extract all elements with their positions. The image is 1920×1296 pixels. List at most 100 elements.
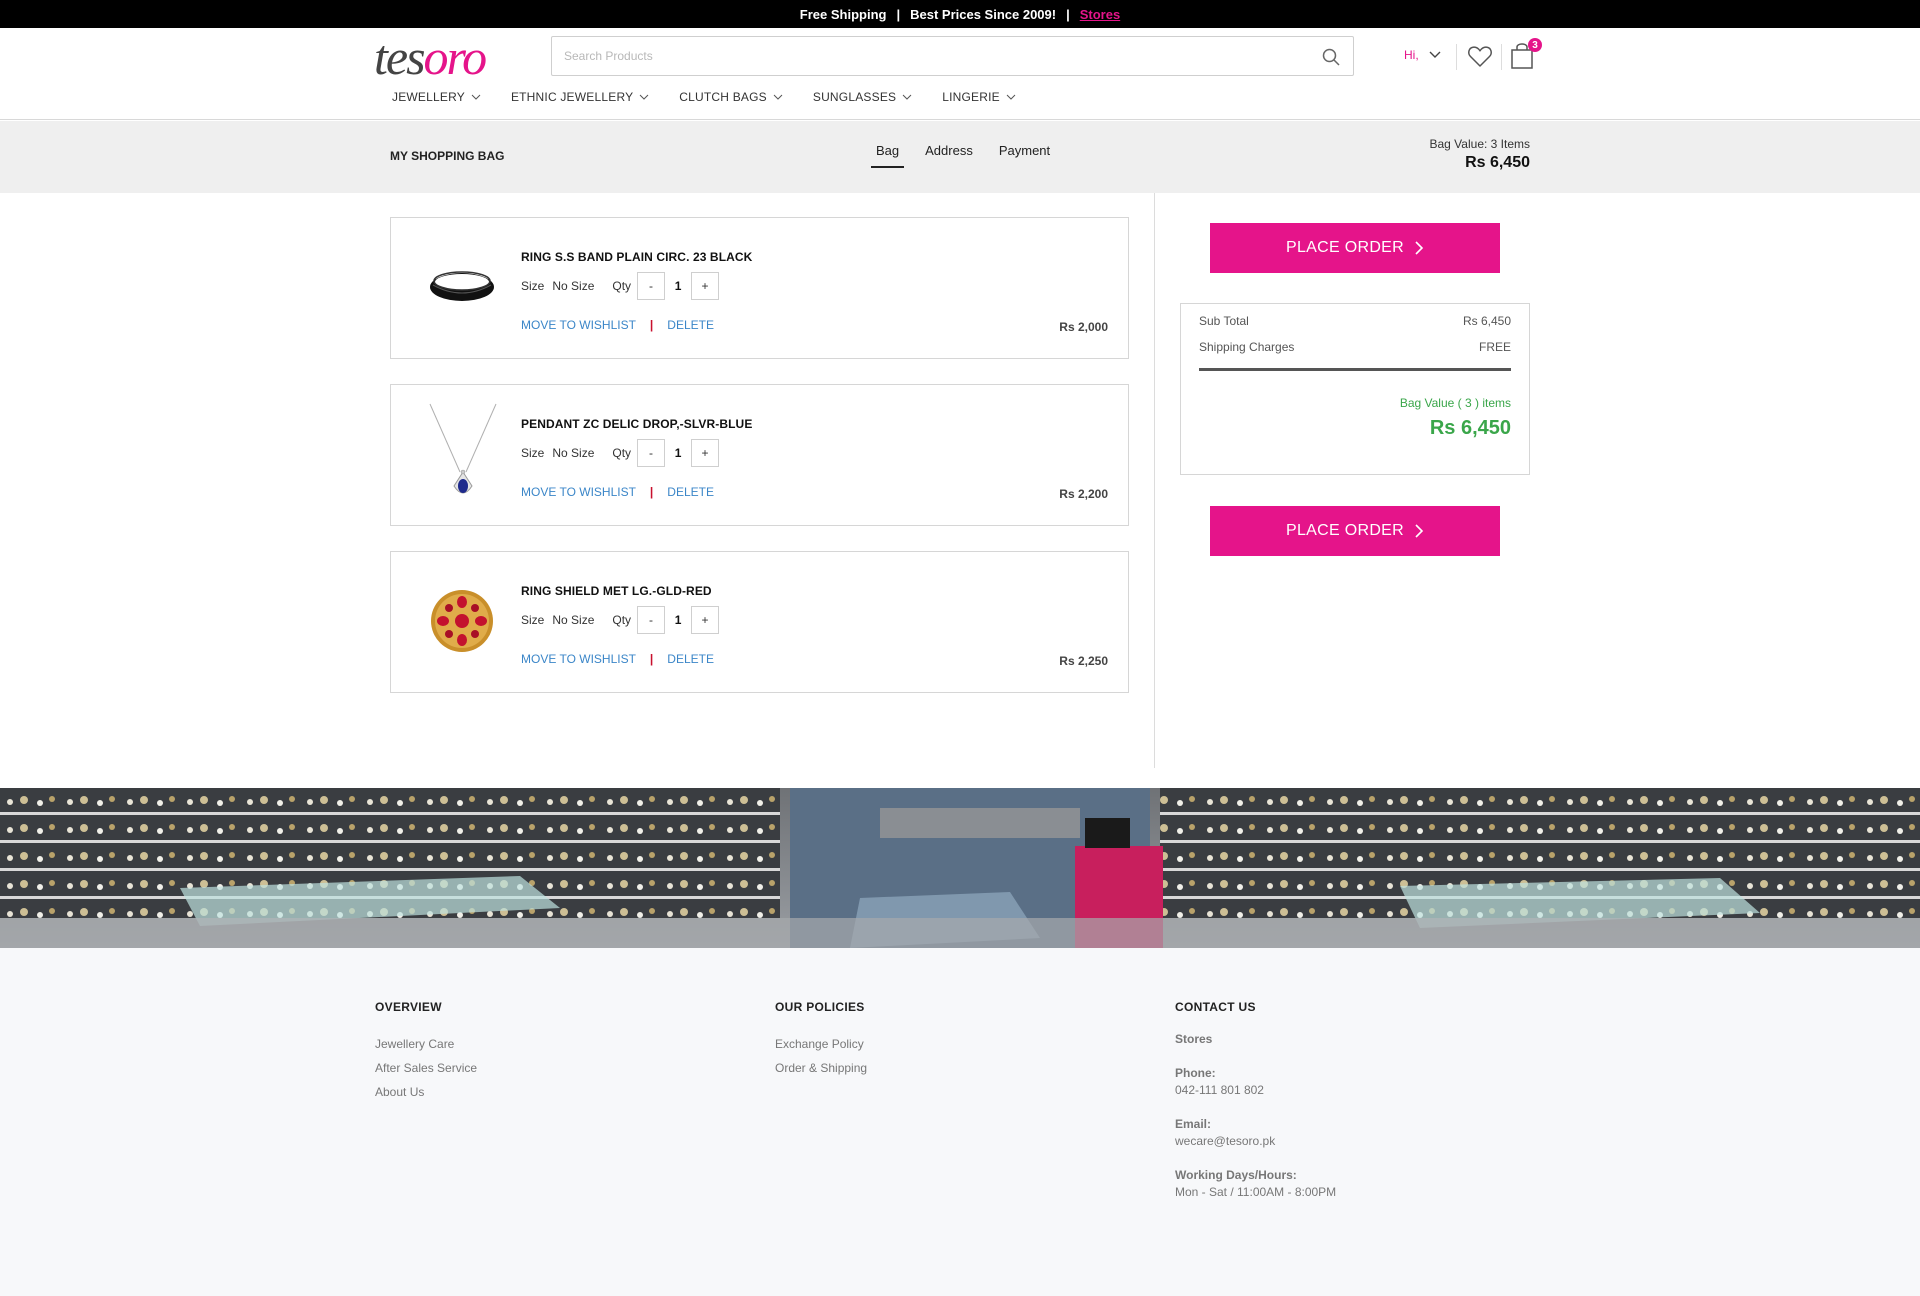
subtotal-value: Rs 6,450 <box>1462 314 1511 328</box>
product-image-black-ring[interactable] <box>417 232 507 342</box>
increase-qty-button[interactable]: + <box>691 606 720 634</box>
nav-item-sunglasses[interactable]: SUNGLASSES <box>813 90 912 104</box>
item-price: Rs 2,200 <box>1059 487 1108 501</box>
product-meta: Size No Size Qty - 1 + <box>521 272 720 300</box>
nav-item-jewellery[interactable]: JEWELLERY <box>392 90 481 104</box>
footer-link-after-sales-service[interactable]: After Sales Service <box>375 1056 477 1080</box>
site-footer: OVERVIEW Jewellery Care After Sales Serv… <box>0 948 1920 1296</box>
move-to-wishlist-link[interactable]: MOVE TO WISHLIST <box>521 652 636 666</box>
footer-link-exchange-policy[interactable]: Exchange Policy <box>775 1032 867 1056</box>
size-value: No Size <box>552 279 595 293</box>
quantity-stepper: - 1 + <box>637 439 720 467</box>
cart-item: RING SHIELD MET LG.-GLD-RED Size No Size… <box>390 551 1129 693</box>
summary-divider <box>1199 368 1511 371</box>
chevron-right-icon <box>1415 241 1424 255</box>
product-image-pendant[interactable] <box>417 399 507 509</box>
cart-item: RING S.S BAND PLAIN CIRC. 23 BLACK Size … <box>390 217 1129 359</box>
email-value[interactable]: wecare@tesoro.pk <box>1175 1134 1336 1148</box>
contact-phone: Phone: 042-111 801 802 <box>1175 1066 1336 1097</box>
announcement-bar: Free Shipping | Best Prices Since 2009! … <box>0 0 1920 28</box>
best-prices-text: Best Prices Since 2009! <box>910 6 1057 22</box>
action-separator: | <box>649 318 654 332</box>
nav-item-label: ETHNIC JEWELLERY <box>510 90 634 104</box>
move-to-wishlist-link[interactable]: MOVE TO WISHLIST <box>521 318 636 332</box>
tesoro-logo[interactable]: tesoro <box>374 29 487 85</box>
nav-item-label: JEWELLERY <box>392 90 465 104</box>
delete-link[interactable]: DELETE <box>667 652 714 666</box>
product-name[interactable]: RING S.S BAND PLAIN CIRC. 23 BLACK <box>521 250 752 264</box>
decrease-qty-button[interactable]: - <box>637 439 666 467</box>
stores-link[interactable]: Stores <box>1080 7 1120 22</box>
decrease-qty-button[interactable]: - <box>637 272 666 300</box>
step-payment[interactable]: Payment <box>994 143 1055 168</box>
size-label: Size <box>521 613 545 627</box>
bag-value-label: Bag Value: 3 Items <box>1429 137 1531 151</box>
qty-label: Qty <box>612 446 632 460</box>
place-order-button-secondary[interactable]: PLACE ORDER <box>1210 506 1500 556</box>
chevron-down-icon <box>1006 94 1016 100</box>
nav-item-clutch-bags[interactable]: CLUTCH BAGS <box>679 90 783 104</box>
chevron-right-icon <box>1415 524 1424 538</box>
bag-value-amount: Rs 6,450 <box>1465 154 1530 171</box>
nav-item-ethnic-jewellery[interactable]: ETHNIC JEWELLERY <box>511 90 649 104</box>
heart-icon[interactable] <box>1466 42 1494 70</box>
action-separator: | <box>649 485 654 499</box>
search-input[interactable] <box>552 37 1292 75</box>
place-order-button[interactable]: PLACE ORDER <box>1210 223 1500 273</box>
footer-heading: OVERVIEW <box>375 1000 442 1014</box>
footer-link-about-us[interactable]: About Us <box>375 1080 477 1104</box>
chevron-down-icon <box>1429 48 1441 62</box>
chevron-down-icon <box>471 94 481 100</box>
shipping-label: Shipping Charges <box>1199 340 1295 354</box>
delete-link[interactable]: DELETE <box>667 485 714 499</box>
cart-count-badge: 3 <box>1528 38 1542 52</box>
increase-qty-button[interactable]: + <box>691 272 720 300</box>
footer-heading: OUR POLICIES <box>775 1000 865 1014</box>
footer-overview-column: OVERVIEW Jewellery Care After Sales Serv… <box>375 1000 477 1104</box>
product-image-red-gold-ring[interactable] <box>417 566 507 676</box>
move-to-wishlist-link[interactable]: MOVE TO WISHLIST <box>521 485 636 499</box>
item-actions: MOVE TO WISHLIST | DELETE <box>521 485 714 499</box>
stores-link[interactable]: Stores <box>1175 1032 1336 1046</box>
hours-label: Working Days/Hours: <box>1175 1168 1297 1182</box>
product-name[interactable]: RING SHIELD MET LG.-GLD-RED <box>521 584 712 598</box>
size-value: No Size <box>552 613 595 627</box>
contact-hours: Working Days/Hours: Mon - Sat / 11:00AM … <box>1175 1168 1336 1199</box>
subtotal-row: Sub Total Rs 6,450 <box>1199 314 1511 328</box>
chevron-down-icon <box>902 94 912 100</box>
step-address[interactable]: Address <box>920 143 978 168</box>
cart-items-list: RING S.S BAND PLAIN CIRC. 23 BLACK Size … <box>390 217 1129 718</box>
delete-link[interactable]: DELETE <box>667 318 714 332</box>
qty-label: Qty <box>612 279 632 293</box>
product-name[interactable]: PENDANT ZC DELIC DROP,-SLVR-BLUE <box>521 417 752 431</box>
phone-value[interactable]: 042-111 801 802 <box>1175 1083 1336 1097</box>
subtotal-label: Sub Total <box>1199 314 1249 328</box>
footer-heading: CONTACT US <box>1175 1000 1256 1014</box>
step-bag[interactable]: Bag <box>871 143 905 168</box>
qty-value: 1 <box>674 279 682 293</box>
free-shipping-text: Free Shipping <box>799 6 887 22</box>
footer-policies-column: OUR POLICIES Exchange Policy Order & Shi… <box>775 1000 867 1080</box>
increase-qty-button[interactable]: + <box>691 439 720 467</box>
size-label: Size <box>521 279 545 293</box>
item-actions: MOVE TO WISHLIST | DELETE <box>521 652 714 666</box>
column-divider <box>1154 193 1155 768</box>
decrease-qty-button[interactable]: - <box>637 606 666 634</box>
qty-label: Qty <box>612 613 632 627</box>
chevron-down-icon <box>773 94 783 100</box>
account-greeting: Hi, <box>1404 48 1419 62</box>
footer-link-jewellery-care[interactable]: Jewellery Care <box>375 1032 477 1056</box>
nav-item-lingerie[interactable]: LINGERIE <box>942 90 1016 104</box>
quantity-stepper: - 1 + <box>637 606 720 634</box>
nav-item-label: CLUTCH BAGS <box>679 90 767 104</box>
logo-text-part1: tes <box>374 29 426 85</box>
item-actions: MOVE TO WISHLIST | DELETE <box>521 318 714 332</box>
nav-item-label: LINGERIE <box>942 90 1000 104</box>
account-menu[interactable]: Hi, <box>1404 48 1441 62</box>
header-divider <box>1501 44 1502 70</box>
footer-link-order-shipping[interactable]: Order & Shipping <box>775 1056 867 1080</box>
search-icon[interactable] <box>1321 47 1341 67</box>
order-summary-box: Sub Total Rs 6,450 Shipping Charges FREE… <box>1180 303 1530 475</box>
email-label: Email: <box>1175 1117 1212 1131</box>
search-box <box>551 36 1354 76</box>
